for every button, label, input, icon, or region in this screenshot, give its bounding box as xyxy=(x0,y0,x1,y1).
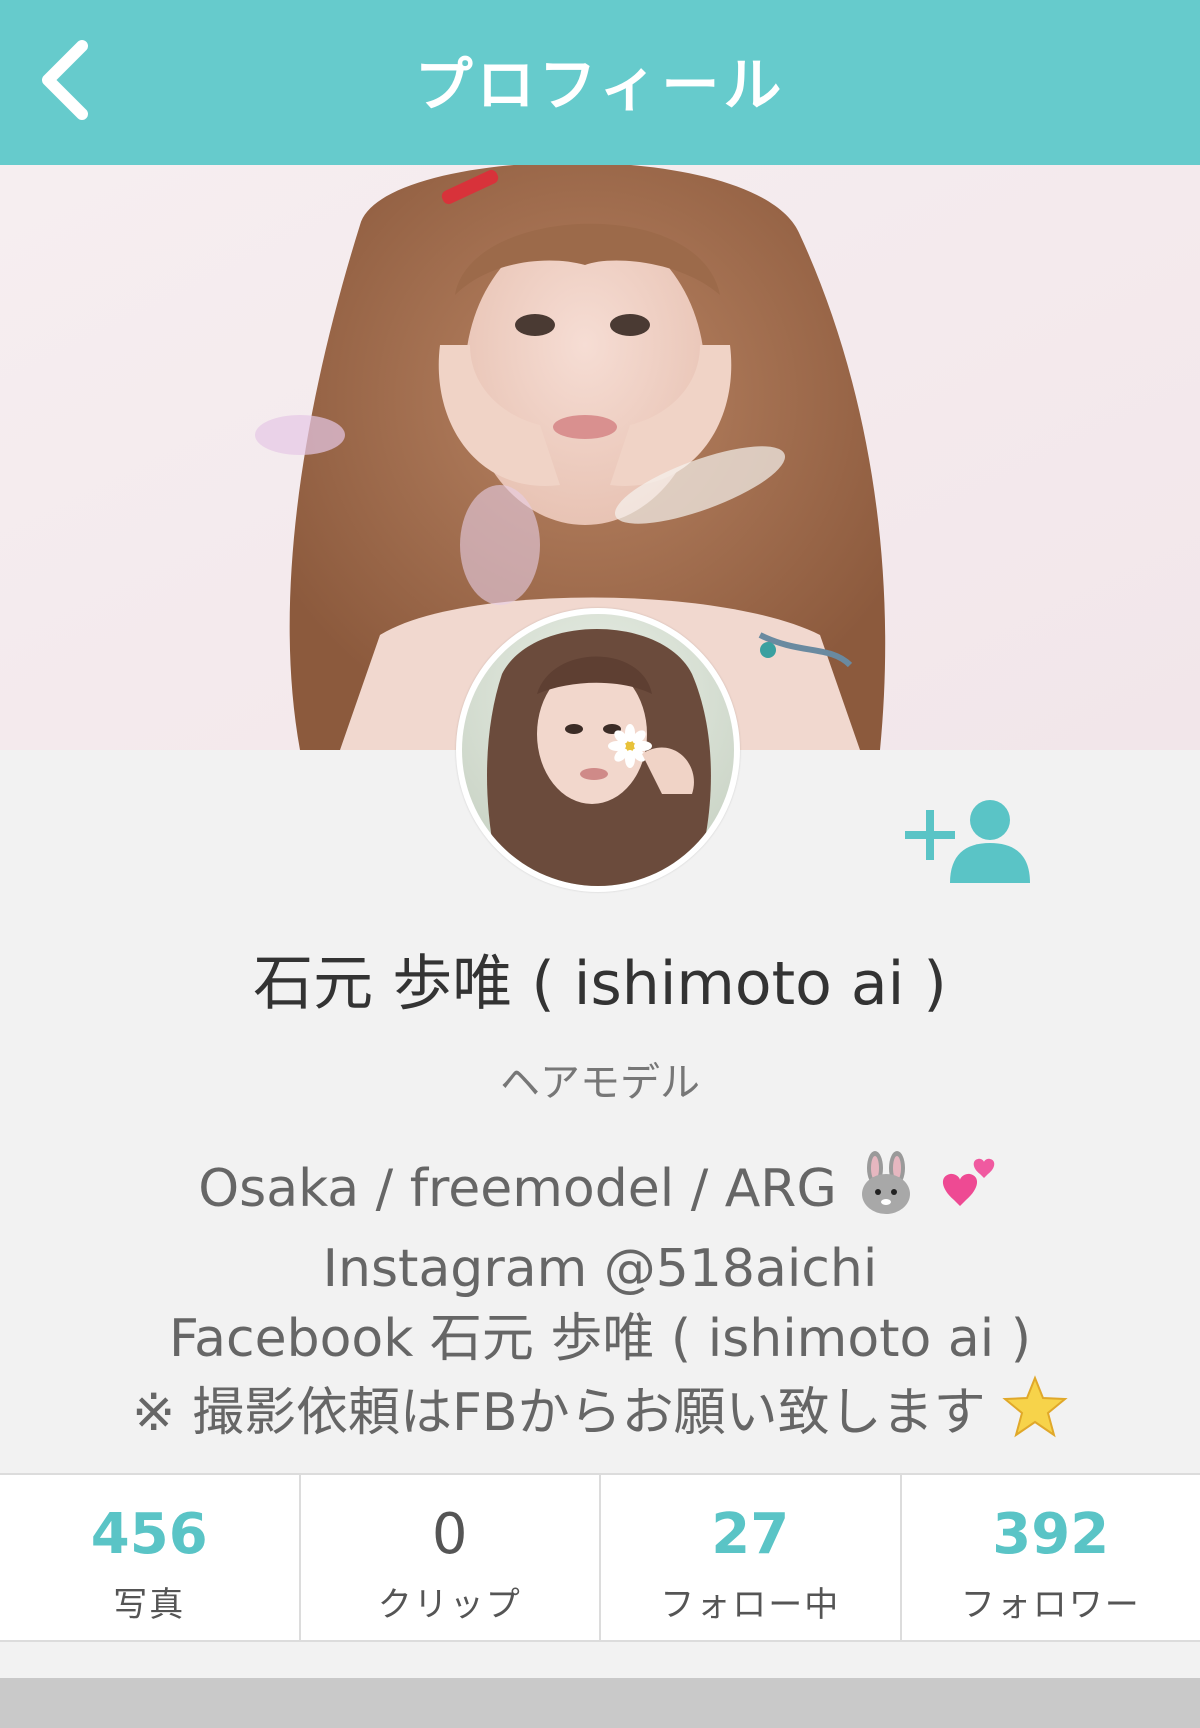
stat-count: 27 xyxy=(711,1502,790,1567)
stat-photos[interactable]: 456 写真 xyxy=(0,1475,299,1640)
star-icon xyxy=(1002,1374,1068,1458)
page-title: プロフィール xyxy=(414,51,786,119)
bio-line: ※ 撮影依頼はFBからお願い致します xyxy=(40,1374,1160,1458)
follow-button[interactable] xyxy=(900,795,1035,885)
profile-role: ヘアモデル xyxy=(500,1060,700,1106)
stat-clips[interactable]: 0 クリップ xyxy=(298,1475,600,1640)
stat-label: フォロー中 xyxy=(660,1585,841,1625)
two-hearts-icon xyxy=(936,1150,1002,1234)
navbar: プロフィール xyxy=(0,0,1200,165)
profile-screen: プロフィール 石元 歩唯 (ishimoto ai) ヘアモデル Osaka… xyxy=(0,0,1200,1728)
stat-count: 392 xyxy=(992,1502,1110,1567)
stat-label: フォロワー xyxy=(960,1585,1141,1625)
rabbit-icon xyxy=(853,1150,919,1234)
bio-line: Osaka / freemodel / ARG xyxy=(40,1150,1160,1234)
avatar[interactable] xyxy=(456,608,740,892)
bottom-bar xyxy=(0,1678,1200,1728)
stat-count: 0 xyxy=(431,1502,468,1567)
profile-name: 石元 歩唯 ( ishimoto ai ) xyxy=(253,949,947,1019)
stats-bar: 456 写真 0 クリップ 27 フォロー中 392 フォロワー xyxy=(0,1473,1200,1642)
stat-following[interactable]: 27 フォロー中 xyxy=(599,1475,900,1640)
stat-label: 写真 xyxy=(113,1585,186,1625)
bio-line: Instagram @518aichi xyxy=(322,1239,878,1299)
stat-label: クリップ xyxy=(377,1585,522,1625)
bio-text: Osaka / freemodel / ARG xyxy=(198,1159,837,1219)
profile-bio: Osaka / freemodel / ARG Instagram @518ai… xyxy=(40,1150,1160,1458)
add-user-icon xyxy=(905,800,1030,883)
stat-count: 456 xyxy=(90,1502,208,1567)
bio-text: ※ 撮影依頼はFBからお願い致します xyxy=(131,1383,986,1443)
stat-followers[interactable]: 392 フォロワー xyxy=(899,1475,1200,1640)
bio-line: Facebook 石元 歩唯 ( ishimoto ai ) xyxy=(168,1309,1031,1369)
